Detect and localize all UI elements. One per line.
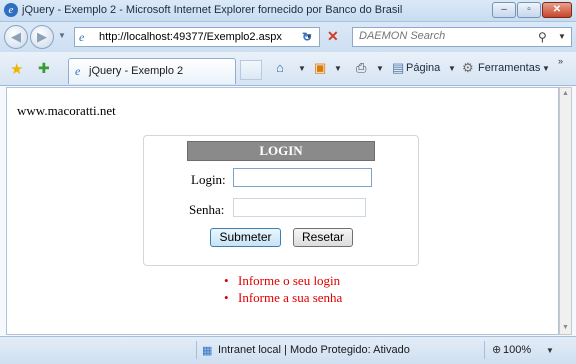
back-button[interactable]: ◀	[4, 25, 28, 49]
zoom-level[interactable]: 100%	[503, 344, 531, 356]
zoom-dropdown-icon[interactable]: ▼	[546, 346, 554, 355]
site-text: www.macoratti.net	[17, 103, 116, 118]
search-icon[interactable]: ⚲	[538, 30, 547, 44]
tools-dropdown-icon[interactable]: ▼	[542, 64, 550, 73]
login-label: Login:	[191, 172, 226, 187]
ie-logo-icon: e	[4, 3, 18, 17]
tab-bar: ★ ✚ e jQuery - Exemplo 2 ⌂ ▼ ▣ ▼ ⎙ ▼ ▤ P…	[0, 52, 576, 86]
login-input[interactable]	[233, 168, 372, 187]
validation-errors: Informe o seu login Informe a sua senha	[224, 273, 342, 307]
feeds-icon[interactable]: ▣	[314, 60, 326, 76]
intranet-zone-icon: ▦	[202, 345, 213, 357]
search-box[interactable]: ⚲ ▼	[352, 27, 572, 47]
feeds-dropdown-icon[interactable]: ▼	[334, 64, 342, 73]
scroll-down-arrow-icon[interactable]: ▼	[560, 322, 571, 334]
search-input[interactable]	[359, 30, 529, 42]
more-commands-chevron-icon[interactable]: »	[558, 56, 563, 66]
address-bar[interactable]: e http://localhost:49377/Exemplo2.aspx ▼	[74, 27, 320, 47]
title-bar: e jQuery - Exemplo 2 - Microsoft Interne…	[0, 0, 576, 22]
page-dropdown-icon[interactable]: ▼	[448, 64, 456, 73]
tab-jquery-exemplo-2[interactable]: e jQuery - Exemplo 2	[68, 58, 236, 84]
print-icon[interactable]: ⎙	[356, 60, 366, 76]
tab-label: jQuery - Exemplo 2	[89, 65, 184, 77]
reset-button[interactable]: Resetar	[293, 228, 353, 247]
senha-label: Senha:	[189, 202, 225, 217]
home-dropdown-icon[interactable]: ▼	[298, 64, 306, 73]
stop-icon[interactable]: ✕	[327, 28, 339, 45]
close-button[interactable]: ✕	[542, 2, 572, 18]
status-divider	[196, 341, 197, 359]
maximize-button[interactable]: ▫	[517, 2, 541, 18]
vertical-scrollbar[interactable]: ▲ ▼	[559, 87, 572, 335]
error-item: Informe o seu login	[224, 273, 342, 290]
senha-input[interactable]	[233, 198, 366, 217]
submit-button[interactable]: Submeter	[210, 228, 281, 247]
status-divider	[484, 341, 485, 359]
search-dropdown-icon[interactable]: ▼	[558, 32, 566, 41]
security-zone-text[interactable]: Intranet local | Modo Protegido: Ativado	[218, 344, 410, 356]
login-panel: LOGIN Login: Senha: Submeter Resetar	[143, 135, 419, 266]
window-title: jQuery - Exemplo 2 - Microsoft Internet …	[22, 4, 403, 16]
home-icon[interactable]: ⌂	[276, 60, 284, 75]
scroll-up-arrow-icon[interactable]: ▲	[560, 88, 571, 100]
tools-gear-icon: ⚙	[462, 60, 474, 75]
recent-pages-dropdown-icon[interactable]: ▼	[58, 31, 66, 40]
add-favorites-icon[interactable]: ✚	[38, 60, 50, 77]
page-menu[interactable]: Página	[406, 62, 440, 74]
error-item: Informe a sua senha	[224, 290, 342, 307]
forward-button[interactable]: ▶	[30, 25, 54, 49]
print-dropdown-icon[interactable]: ▼	[376, 64, 384, 73]
page-icon: ▤	[392, 60, 405, 75]
page-viewport: www.macoratti.net LOGIN Login: Senha: Su…	[6, 87, 559, 335]
refresh-icon[interactable]: ↻	[302, 30, 312, 44]
status-bar: ▦ Intranet local | Modo Protegido: Ativa…	[0, 336, 576, 364]
minimize-button[interactable]: –	[492, 2, 516, 18]
tools-menu[interactable]: Ferramentas	[478, 62, 540, 74]
favorites-star-icon[interactable]: ★	[10, 60, 23, 78]
login-header: LOGIN	[187, 141, 375, 161]
address-url[interactable]: http://localhost:49377/Exemplo2.aspx	[99, 31, 282, 43]
navigation-bar: ◀ ▶ ▼ e http://localhost:49377/Exemplo2.…	[0, 22, 576, 52]
new-tab-button[interactable]	[240, 60, 262, 80]
zoom-icon[interactable]: ⊕	[492, 343, 501, 356]
tab-favicon-icon: e	[75, 64, 81, 78]
page-favicon-icon: e	[79, 30, 85, 44]
